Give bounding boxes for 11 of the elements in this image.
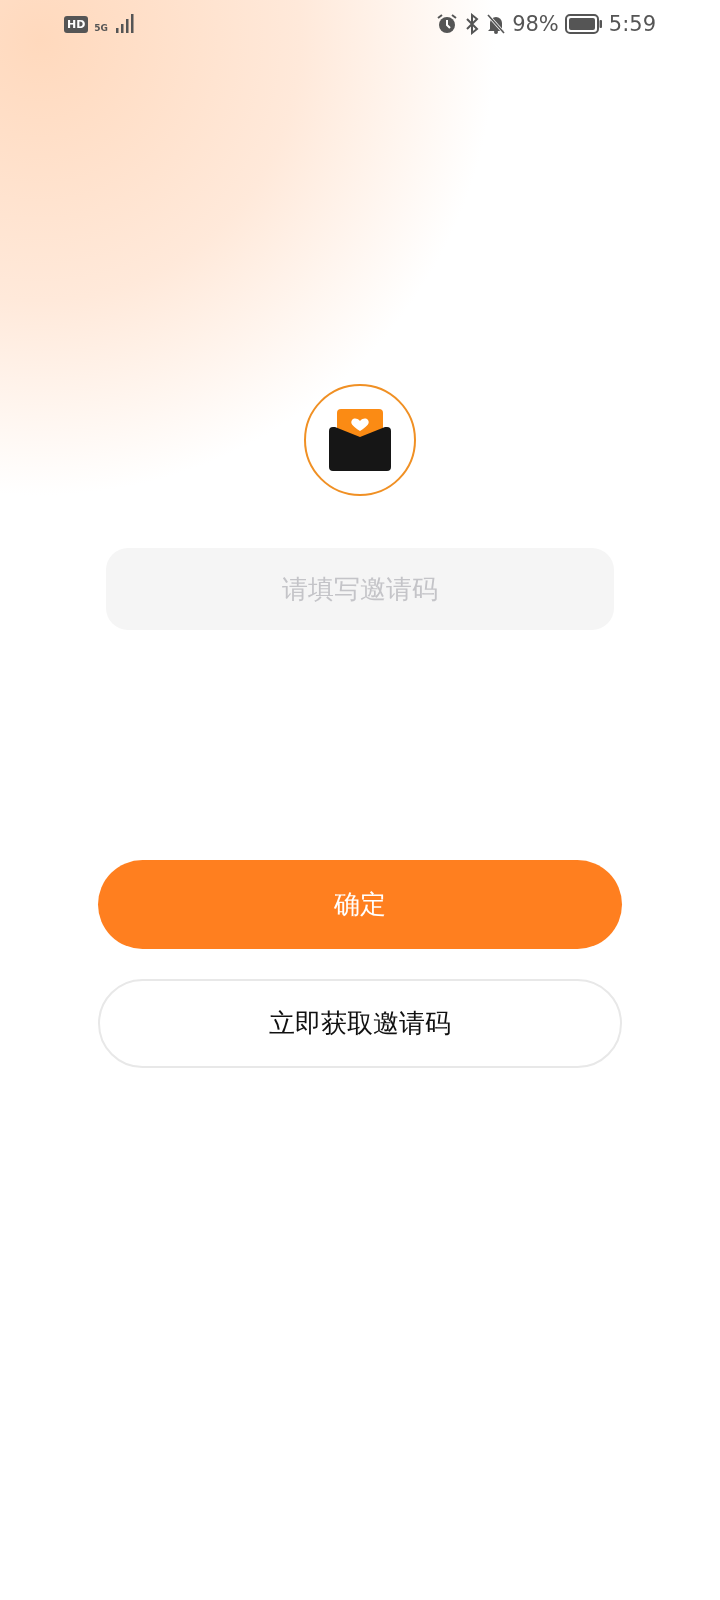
clock-time: 5:59: [608, 12, 656, 36]
hd-badge: HD: [64, 15, 89, 33]
alarm-icon: [436, 13, 459, 35]
bell-muted-icon: [486, 13, 507, 35]
envelope-heart-icon: [329, 409, 391, 471]
get-code-button[interactable]: 立即获取邀请码: [98, 979, 622, 1068]
battery-icon: [564, 14, 603, 34]
bluetooth-icon: [464, 13, 481, 35]
network-type: 5G: [94, 23, 108, 33]
battery-percent: 98%: [512, 12, 559, 36]
signal-icon: [114, 13, 134, 35]
